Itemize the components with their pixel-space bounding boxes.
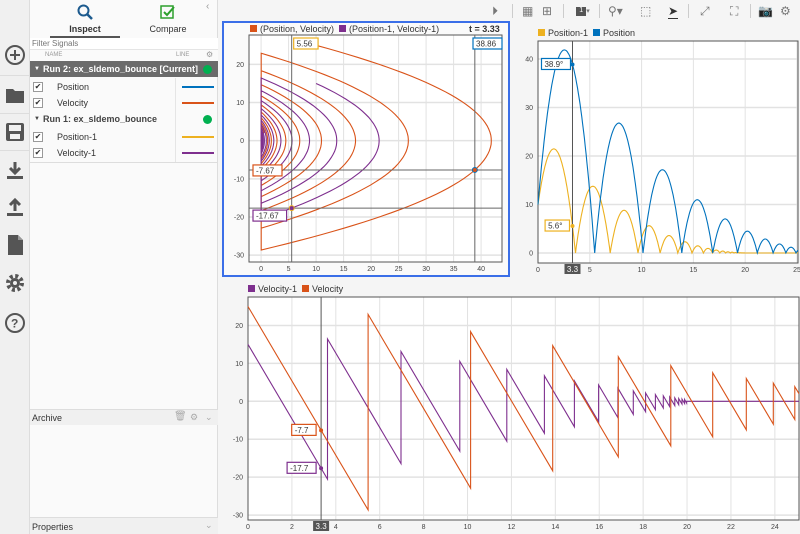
- x-tick-label: 0: [536, 267, 540, 274]
- cursor-value-label: -7.67: [256, 166, 275, 175]
- y-tick-label: -30: [234, 253, 244, 260]
- x-tick-label: 24: [771, 524, 779, 531]
- x-tick-label: 6: [378, 524, 382, 531]
- x-tick-label: 20: [367, 266, 375, 273]
- x-tick-label: 0: [246, 524, 250, 531]
- x-tick-label: 0: [259, 266, 263, 273]
- plot-area: [537, 40, 799, 264]
- legend-item: Velocity: [302, 284, 343, 294]
- cursor-point: [288, 205, 295, 212]
- x-tick-label: 22: [727, 524, 735, 531]
- x-tick-label: 5: [588, 267, 592, 274]
- y-tick-label: 20: [235, 323, 243, 330]
- x-tick-label: 30: [422, 266, 430, 273]
- x-tick-label: 20: [741, 267, 749, 274]
- legend-item: Position: [593, 28, 635, 38]
- y-tick-label: -20: [234, 214, 244, 221]
- xy-plot[interactable]: 0 5 10 15 20 25 30 35 40-30-20-10010205.56 38.86-…: [0, 0, 800, 534]
- position-legend: Position-1 Position: [538, 28, 635, 38]
- y-tick-label: 10: [236, 100, 244, 107]
- cursor-value-label: 5.6°: [548, 222, 562, 231]
- cursor-point: [570, 224, 575, 229]
- x-tick-label: 15: [340, 266, 348, 273]
- y-tick-label: -20: [233, 475, 243, 482]
- cursor-point: [319, 466, 324, 471]
- x-tick-label: 12: [508, 524, 516, 531]
- cursor-value-label: -17.7: [290, 464, 309, 473]
- cursor-value-label: 38.9°: [544, 60, 563, 69]
- y-tick-label: -10: [233, 437, 243, 444]
- y-tick-label: 0: [529, 251, 533, 258]
- y-tick-label: 20: [236, 62, 244, 69]
- cursor-point: [471, 166, 478, 173]
- x-tick-label: 25: [793, 267, 800, 274]
- cursor-value-label: 38.86: [476, 40, 497, 49]
- cursor-value-label: -17.67: [256, 212, 279, 221]
- x-tick-label: 2: [290, 524, 294, 531]
- x-tick-label: 18: [639, 524, 647, 531]
- y-tick-label: -10: [234, 176, 244, 183]
- x-tick-label: 10: [464, 524, 472, 531]
- y-tick-label: 40: [525, 56, 533, 63]
- velocity-legend: Velocity-1 Velocity: [248, 284, 343, 294]
- y-tick-label: 20: [525, 153, 533, 160]
- y-tick-label: -30: [233, 513, 243, 520]
- cursor-time-label: 3.3: [567, 265, 579, 274]
- legend-item: Position-1: [538, 28, 588, 38]
- y-tick-label: 10: [235, 361, 243, 368]
- x-tick-label: 35: [450, 266, 458, 273]
- x-tick-label: 40: [477, 266, 485, 273]
- cursor-value-label: 5.56: [297, 40, 313, 49]
- y-tick-label: 0: [240, 138, 244, 145]
- plot-area: [248, 34, 503, 263]
- x-tick-label: 15: [689, 267, 697, 274]
- x-tick-label: 10: [638, 267, 646, 274]
- y-tick-label: 30: [525, 105, 533, 112]
- x-tick-label: 20: [683, 524, 691, 531]
- x-tick-label: 14: [551, 524, 559, 531]
- y-tick-label: 0: [239, 399, 243, 406]
- legend-item: Velocity-1: [248, 284, 297, 294]
- cursor-time-label: 3.3: [316, 522, 328, 531]
- x-tick-label: 8: [422, 524, 426, 531]
- cursor-value-label: -7.7: [295, 426, 309, 435]
- x-tick-label: 5: [287, 266, 291, 273]
- x-tick-label: 16: [595, 524, 603, 531]
- x-tick-label: 25: [395, 266, 403, 273]
- x-tick-label: 4: [334, 524, 338, 531]
- plot-area: [247, 296, 800, 521]
- x-tick-label: 10: [312, 266, 320, 273]
- y-tick-label: 10: [525, 202, 533, 209]
- cursor-point: [319, 428, 324, 433]
